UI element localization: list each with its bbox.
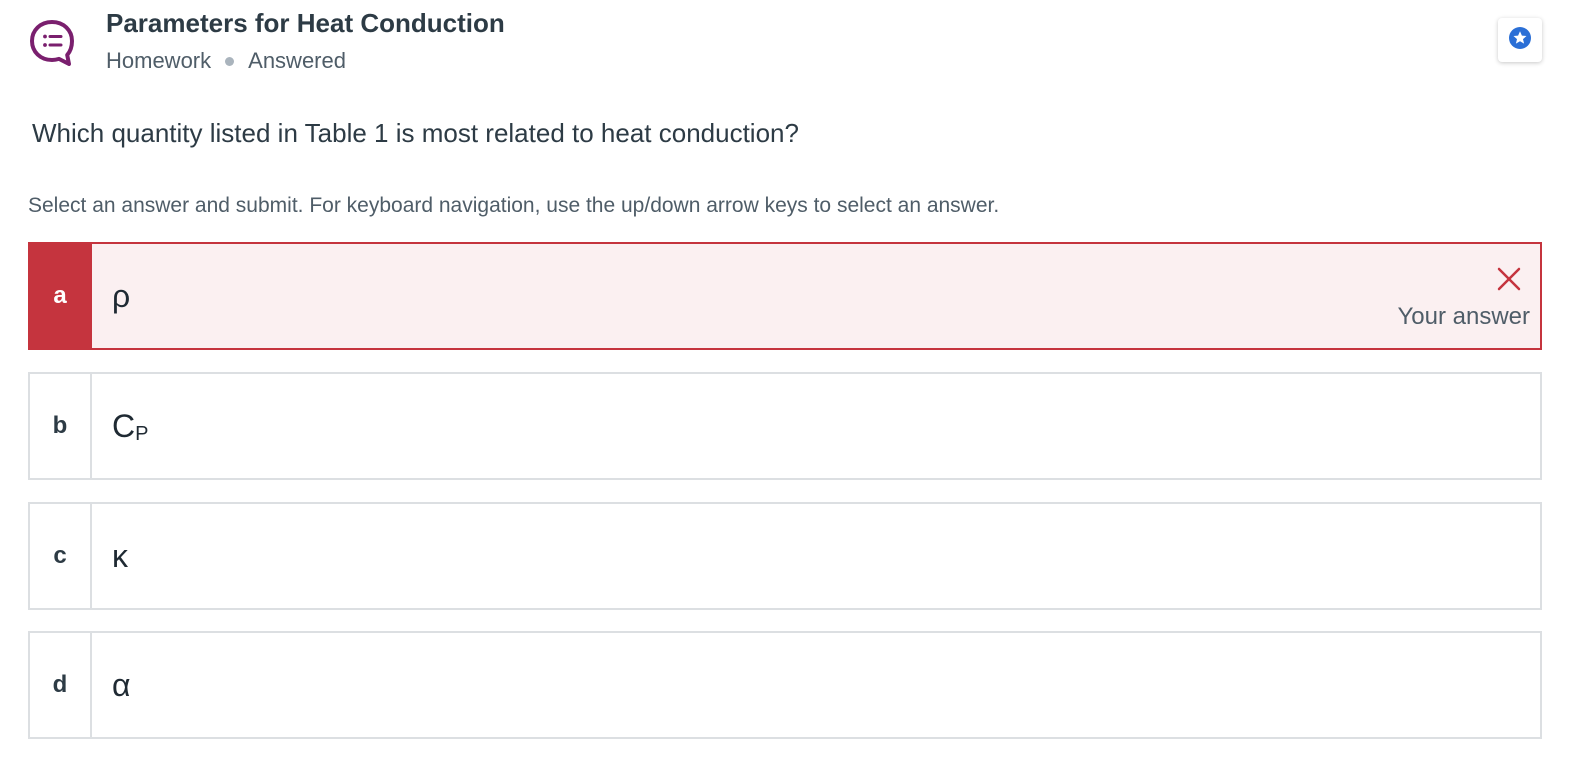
status-label: Answered — [248, 48, 346, 73]
answer-feedback: Your answer — [1397, 266, 1530, 331]
separator-dot — [225, 56, 235, 66]
incorrect-x-icon — [1397, 266, 1522, 297]
question-bubble-icon — [28, 18, 76, 66]
option-subscript: P — [135, 422, 149, 445]
option-value: ρ — [112, 277, 131, 314]
answer-option-b[interactable]: b CP — [28, 372, 1542, 480]
your-answer-label: Your answer — [1397, 303, 1530, 330]
option-letter: a — [30, 244, 92, 348]
answer-option-c[interactable]: c κ — [28, 502, 1542, 610]
option-symbol: C — [112, 407, 136, 444]
option-value: α — [112, 666, 131, 703]
answer-option-a[interactable]: a ρ Your answer — [28, 242, 1542, 350]
question-text: Which quantity listed in Table 1 is most… — [32, 118, 799, 148]
option-letter: b — [30, 374, 92, 478]
question-header: Parameters for Heat Conduction Homework … — [28, 8, 1548, 78]
assignment-type: Homework — [106, 48, 212, 73]
option-value: CP — [112, 374, 148, 478]
option-letter: d — [30, 633, 92, 737]
option-letter: c — [30, 504, 92, 608]
instructions-text: Select an answer and submit. For keyboar… — [28, 194, 1000, 217]
option-value: κ — [112, 537, 128, 574]
page-title: Parameters for Heat Conduction — [106, 8, 505, 38]
answer-option-d[interactable]: d α — [28, 631, 1542, 739]
favorite-button[interactable] — [1498, 18, 1542, 62]
question-page: Parameters for Heat Conduction Homework … — [0, 0, 1574, 762]
star-icon — [1508, 26, 1532, 55]
question-meta: Homework Answered — [106, 48, 346, 74]
